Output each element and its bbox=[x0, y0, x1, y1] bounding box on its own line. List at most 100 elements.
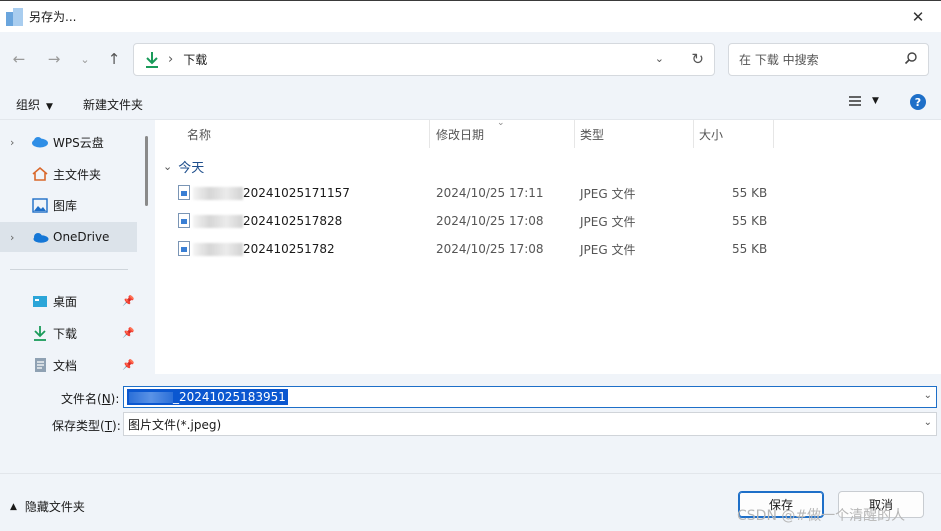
file-date: 2024/10/25 17:08 bbox=[436, 214, 544, 228]
close-icon: ✕ bbox=[911, 7, 925, 26]
sidebar-item-home[interactable]: 主文件夹 bbox=[0, 159, 137, 189]
file-type: JPEG 文件 bbox=[580, 186, 636, 201]
close-button[interactable]: ✕ bbox=[895, 1, 941, 32]
filename-field[interactable]: _20241025183951 ⌄ bbox=[123, 386, 937, 408]
expand-icon[interactable]: › bbox=[10, 231, 14, 244]
forward-button[interactable]: → bbox=[42, 48, 66, 70]
search-input[interactable]: 在 下载 中搜索 bbox=[739, 51, 819, 68]
pin-icon[interactable]: 📌 bbox=[122, 360, 134, 371]
sidebar-item-documents[interactable]: 文档 📌 bbox=[0, 350, 137, 374]
sidebar-divider bbox=[10, 269, 128, 270]
sidebar-scrollbar[interactable] bbox=[145, 136, 148, 206]
view-options-button[interactable]: ▼ bbox=[848, 95, 879, 107]
search-icon bbox=[904, 52, 917, 65]
sidebar-item-downloads[interactable]: 下载 📌 bbox=[0, 318, 137, 348]
arrow-right-icon: → bbox=[47, 50, 61, 68]
navigation-bar: ← → ⌄ ↑ › 下载 ⌄ ↻ 在 下载 中搜索 bbox=[0, 32, 941, 86]
file-row[interactable]: 202410251782 2024/10/25 17:08 JPEG 文件 55… bbox=[155, 235, 941, 263]
caret-down-icon: ▼ bbox=[46, 102, 53, 112]
column-divider[interactable] bbox=[773, 120, 774, 148]
filetype-accesskey: T bbox=[104, 419, 113, 433]
sidebar-item-label: WPS云盘 bbox=[53, 135, 104, 150]
column-header-type[interactable]: 类型 bbox=[580, 120, 604, 148]
group-label: 今天 bbox=[178, 161, 205, 176]
arrow-up-icon: ↑ bbox=[107, 50, 121, 68]
gallery-icon bbox=[31, 197, 49, 213]
caret-up-icon: ▲ bbox=[10, 501, 17, 512]
column-divider[interactable] bbox=[429, 120, 430, 148]
file-type: JPEG 文件 bbox=[580, 242, 636, 257]
address-history-icon[interactable]: ⌄ bbox=[655, 52, 664, 65]
column-divider[interactable] bbox=[693, 120, 694, 148]
recent-locations-button[interactable]: ⌄ bbox=[73, 48, 97, 70]
document-icon bbox=[31, 357, 49, 373]
download-icon bbox=[146, 51, 158, 68]
chevron-down-icon[interactable]: ⌄ bbox=[924, 390, 932, 401]
file-row[interactable]: 20241025171157 2024/10/25 17:11 JPEG 文件 … bbox=[155, 179, 941, 207]
search-box[interactable]: 在 下载 中搜索 bbox=[728, 43, 929, 76]
up-button[interactable]: ↑ bbox=[102, 48, 126, 70]
window-title: 另存为... bbox=[29, 10, 77, 24]
download-icon bbox=[31, 325, 49, 341]
column-header-name[interactable]: 名称 bbox=[187, 120, 211, 148]
filename-label-text: 文件名( bbox=[61, 392, 102, 406]
breadcrumb-separator-icon: › bbox=[168, 52, 174, 67]
help-icon: ? bbox=[914, 95, 922, 109]
filename-label: 文件名(N): bbox=[61, 390, 119, 407]
column-header-date[interactable]: 修改日期 bbox=[436, 120, 484, 148]
sidebar-item-desktop[interactable]: 桌面 📌 bbox=[0, 286, 137, 316]
file-date: 2024/10/25 17:11 bbox=[436, 186, 544, 200]
sidebar-item-label: OneDrive bbox=[53, 230, 110, 244]
sidebar-item-wps-cloud[interactable]: › WPS云盘 bbox=[0, 127, 137, 157]
breadcrumb-downloads[interactable]: 下载 bbox=[183, 51, 207, 68]
caret-down-icon: ▼ bbox=[872, 96, 879, 106]
filename-value: _20241025183951 bbox=[127, 389, 288, 405]
address-bar[interactable]: › 下载 ⌄ ↻ bbox=[133, 43, 715, 76]
back-button[interactable]: ← bbox=[7, 48, 31, 70]
app-icon bbox=[6, 7, 24, 26]
navigation-pane: › WPS云盘 主文件夹 图库 › OneDrive 桌面 📌 下载 📌 文档 … bbox=[0, 120, 155, 374]
filename-text: _20241025183951 bbox=[173, 390, 286, 404]
home-icon bbox=[31, 166, 49, 182]
sidebar-item-label: 文档 bbox=[53, 358, 78, 373]
panel-divider bbox=[0, 473, 941, 474]
column-header-size[interactable]: 大小 bbox=[699, 120, 723, 148]
file-name: 202410251782 bbox=[243, 242, 335, 256]
file-size: 55 KB bbox=[732, 186, 768, 200]
sidebar-item-label: 桌面 bbox=[53, 294, 78, 309]
file-size: 55 KB bbox=[732, 242, 768, 256]
filetype-value: 图片文件(*.jpeg) bbox=[128, 417, 222, 432]
file-row[interactable]: 2024102517828 2024/10/25 17:08 JPEG 文件 5… bbox=[155, 207, 941, 235]
watermark: CSDN @#做一个清醒的人 bbox=[737, 508, 906, 524]
sidebar-item-onedrive[interactable]: › OneDrive bbox=[0, 222, 137, 252]
sidebar-item-label: 图库 bbox=[53, 198, 78, 213]
filetype-select[interactable]: 图片文件(*.jpeg) ⌄ bbox=[123, 412, 937, 436]
title-bar: 另存为... ✕ bbox=[0, 0, 941, 32]
sidebar-item-label: 主文件夹 bbox=[53, 167, 102, 182]
jpeg-file-icon bbox=[178, 213, 190, 228]
column-divider[interactable] bbox=[574, 120, 575, 148]
desktop-icon bbox=[31, 293, 49, 309]
refresh-icon[interactable]: ↻ bbox=[691, 50, 704, 68]
new-folder-button[interactable]: 新建文件夹 bbox=[83, 96, 143, 113]
filename-label-suffix: ): bbox=[110, 392, 120, 406]
chevron-down-icon: ⌄ bbox=[923, 417, 932, 428]
sidebar-item-label: 下载 bbox=[53, 326, 78, 341]
group-header-today[interactable]: ⌄ 今天 bbox=[163, 157, 204, 176]
pin-icon[interactable]: 📌 bbox=[122, 328, 134, 339]
onedrive-icon bbox=[31, 229, 49, 245]
organize-label: 组织 bbox=[16, 98, 41, 112]
jpeg-file-icon bbox=[178, 241, 190, 256]
arrow-left-icon: ← bbox=[12, 50, 26, 68]
pin-icon[interactable]: 📌 bbox=[122, 296, 134, 307]
file-date: 2024/10/25 17:08 bbox=[436, 242, 544, 256]
sort-indicator-icon: ⌄ bbox=[497, 118, 505, 128]
hide-folders-toggle[interactable]: ▲ 隐藏文件夹 bbox=[10, 498, 85, 515]
chevron-down-icon: ⌄ bbox=[80, 52, 90, 66]
expand-icon[interactable]: › bbox=[10, 136, 14, 149]
file-list: 名称 ⌄ 修改日期 类型 大小 ⌄ 今天 20241025171157 2024… bbox=[155, 118, 941, 374]
organize-menu[interactable]: 组织 ▼ bbox=[16, 96, 53, 113]
redacted-filename-prefix bbox=[193, 215, 243, 228]
sidebar-item-gallery[interactable]: 图库 bbox=[0, 190, 137, 220]
help-button[interactable]: ? bbox=[910, 94, 926, 110]
